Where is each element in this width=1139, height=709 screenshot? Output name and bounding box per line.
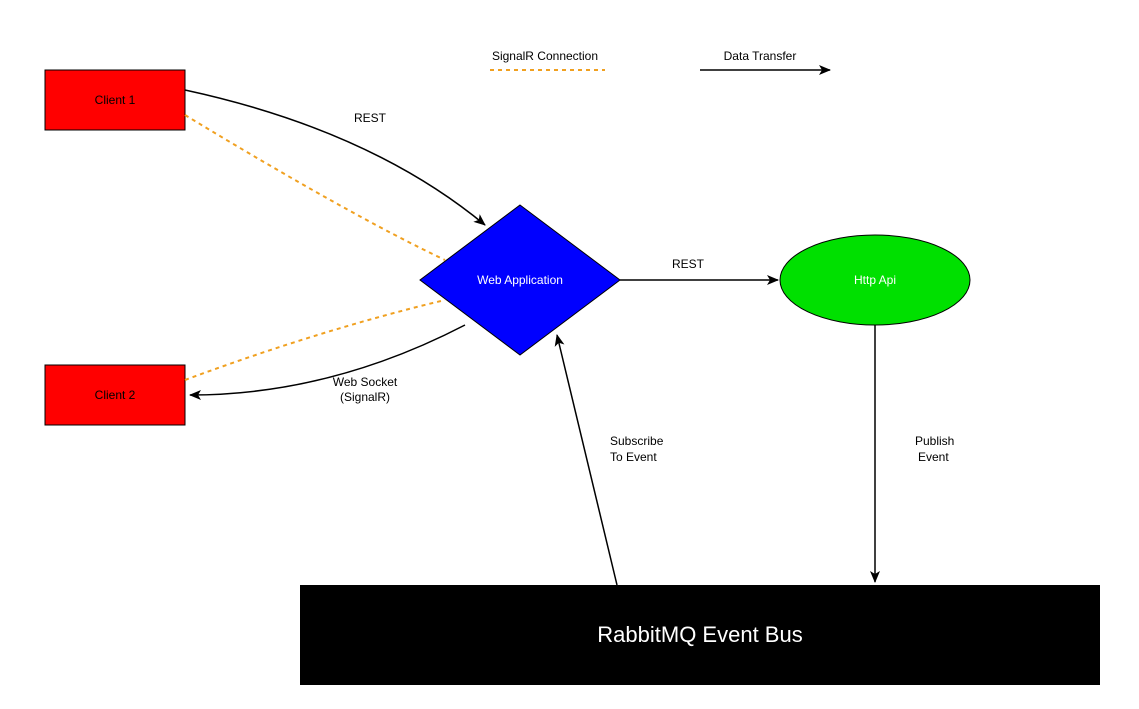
client1-label: Client 1 [95, 93, 136, 107]
edge-webapp-to-client2-label-1: Web Socket [333, 375, 398, 389]
node-client2: Client 2 [45, 365, 185, 425]
edge-webapp-to-httpapi-label: REST [672, 257, 705, 271]
signalr-conn-client2 [185, 300, 445, 380]
legend-data-transfer-label: Data Transfer [724, 49, 797, 63]
edge-client1-to-webapp: REST [185, 90, 485, 225]
edge-webapp-to-httpapi: REST [620, 257, 778, 280]
legend-signalr-label: SignalR Connection [492, 49, 598, 63]
webapp-label: Web Application [477, 273, 563, 287]
edge-client1-to-webapp-line [185, 90, 485, 225]
httpapi-label: Http Api [854, 273, 896, 287]
signalr-conn-client1 [185, 115, 445, 260]
edge-client1-to-webapp-label: REST [354, 111, 387, 125]
bus-label: RabbitMQ Event Bus [597, 622, 802, 647]
node-bus: RabbitMQ Event Bus [300, 585, 1100, 685]
edge-httpapi-to-bus: Publish Event [875, 325, 954, 582]
edge-webapp-to-client2-line [190, 325, 465, 395]
legend: SignalR Connection Data Transfer [490, 49, 830, 70]
client2-label: Client 2 [95, 388, 136, 402]
edge-webapp-to-client2: Web Socket (SignalR) [190, 325, 465, 404]
edge-httpapi-to-bus-label-2: Event [918, 450, 949, 464]
edge-webapp-to-client2-label-2: (SignalR) [340, 390, 390, 404]
edge-httpapi-to-bus-label-1: Publish [915, 434, 954, 448]
edge-bus-to-webapp: Subscribe To Event [557, 335, 664, 585]
edge-bus-to-webapp-line [557, 335, 617, 585]
edge-bus-to-webapp-label-1: Subscribe [610, 434, 664, 448]
edge-bus-to-webapp-label-2: To Event [610, 450, 657, 464]
node-client1: Client 1 [45, 70, 185, 130]
node-httpapi: Http Api [780, 235, 970, 325]
